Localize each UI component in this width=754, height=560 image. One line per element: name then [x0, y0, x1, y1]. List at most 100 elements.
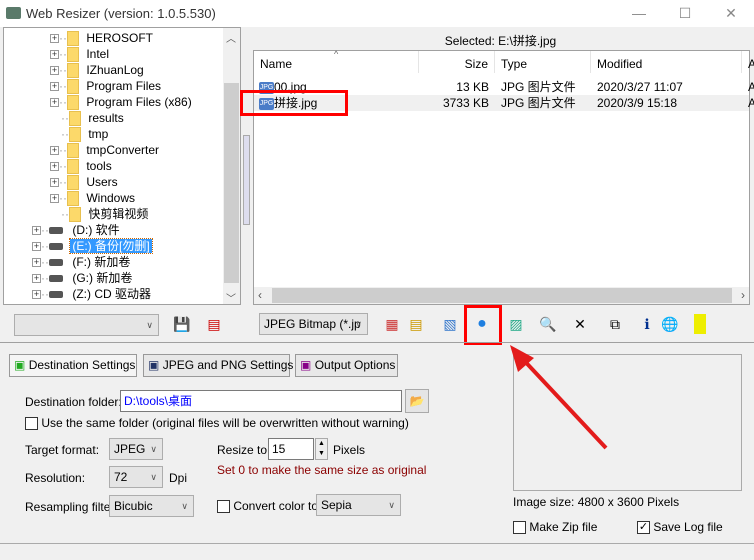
- image-preview-icon[interactable]: ▨: [506, 314, 526, 334]
- tab-output-options[interactable]: ▣ Output Options: [295, 354, 398, 377]
- file-list[interactable]: NameSizeTypeModifiedAttr ^ JPG00.jpg 13 …: [253, 49, 754, 305]
- make-zip-checkbox[interactable]: Make Zip file: [513, 520, 597, 535]
- drive-icon: [49, 291, 63, 299]
- tree-folder[interactable]: + ·· Program Files (x86): [50, 94, 192, 111]
- drive-icon: [49, 243, 63, 251]
- folder-icon: [67, 79, 79, 95]
- folder-icon: [69, 207, 81, 223]
- expand-icon[interactable]: +: [50, 194, 59, 204]
- tree-drive[interactable]: + ·· (D:) 软件: [32, 222, 122, 238]
- exit-icon[interactable]: [694, 314, 706, 334]
- folder-icon: [67, 191, 79, 207]
- folder-icon: [67, 175, 79, 191]
- expand-icon[interactable]: +: [50, 178, 59, 188]
- add-files-icon[interactable]: ▧: [440, 314, 460, 334]
- expand-icon[interactable]: +: [50, 34, 59, 44]
- grid-view-icon[interactable]: ▦: [382, 314, 402, 334]
- tree-folder[interactable]: + ·· HEROSOFT: [50, 30, 153, 47]
- status-bar: [0, 543, 754, 560]
- expand-icon[interactable]: +: [32, 242, 41, 252]
- splitter-handle[interactable]: [243, 135, 250, 225]
- tree-drive[interactable]: + ·· (F:) 新加卷: [32, 254, 132, 270]
- tree-folder[interactable]: + ·· Windows: [50, 190, 135, 207]
- resolution-label: Resolution:: [25, 471, 86, 485]
- tree-folder[interactable]: + ·· tmpConverter: [50, 142, 159, 159]
- resolution-dropdown[interactable]: 72 ∨: [109, 466, 163, 488]
- same-folder-checkbox[interactable]: Use the same folder (original files will…: [25, 416, 409, 431]
- tree-folder[interactable]: + ·· IZhuanLog: [50, 62, 144, 79]
- dpi-label: Dpi: [169, 471, 188, 485]
- expand-icon[interactable]: +: [50, 82, 59, 92]
- tree-scroll-thumb[interactable]: [224, 83, 239, 283]
- format-dropdown[interactable]: JPEG Bitmap (*.jp ∨: [259, 313, 368, 335]
- list-view-icon[interactable]: ▤: [406, 314, 426, 334]
- sort-ascending-icon: ^: [334, 49, 339, 59]
- drive-icon: [49, 259, 63, 267]
- folder-icon: [67, 31, 79, 47]
- expand-icon[interactable]: +: [32, 290, 41, 300]
- folder-icon: [67, 143, 79, 159]
- target-format-dropdown[interactable]: JPEG ∨: [109, 438, 163, 460]
- expand-icon[interactable]: +: [50, 162, 59, 172]
- tree-folder[interactable]: + ·· Users: [50, 174, 118, 191]
- save-log-checkbox[interactable]: ✓ Save Log file: [637, 520, 723, 535]
- tree-folder[interactable]: ·· results: [50, 110, 124, 127]
- expand-icon[interactable]: +: [50, 50, 59, 60]
- column-header-attr[interactable]: Attr: [742, 51, 754, 73]
- profile-dropdown[interactable]: ∨: [14, 314, 159, 336]
- tab-jpeg-png-settings[interactable]: ▣ JPEG and PNG Settings: [143, 354, 293, 377]
- delete-icon[interactable]: ✕: [570, 314, 590, 334]
- tree-folder[interactable]: + ·· tools: [50, 158, 112, 175]
- highlight-box-file: [240, 90, 348, 116]
- column-header-size[interactable]: Size: [419, 51, 495, 73]
- tree-folder[interactable]: + ·· Intel: [50, 46, 109, 63]
- resize-input[interactable]: 15: [268, 438, 314, 460]
- app-icon: [6, 7, 21, 19]
- maximize-button[interactable]: ☐: [662, 0, 708, 27]
- close-button[interactable]: ✕: [708, 0, 754, 27]
- minimize-button[interactable]: —: [616, 0, 662, 27]
- zoom-icon[interactable]: 🔍: [538, 314, 558, 334]
- save-icon[interactable]: 💾: [172, 314, 192, 334]
- copy-icon[interactable]: ⧉: [605, 314, 625, 334]
- tree-folder[interactable]: ·· tmp: [50, 126, 108, 143]
- tree-folder[interactable]: + ·· Program Files: [50, 78, 161, 95]
- target-format-label: Target format:: [25, 443, 100, 457]
- folder-icon: [69, 111, 81, 127]
- expand-icon[interactable]: +: [50, 66, 59, 76]
- convert-color-checkbox[interactable]: Convert color to:: [217, 499, 321, 514]
- red-arrow-annotation: [510, 345, 608, 450]
- resize-hint: Set 0 to make the same size as original: [217, 463, 427, 477]
- tree-drive[interactable]: + ·· (G:) 新加卷: [32, 270, 134, 286]
- folder-icon: [67, 95, 79, 111]
- expand-icon[interactable]: +: [50, 98, 59, 108]
- tree-scrollbar[interactable]: ︿ ﹀: [223, 28, 240, 305]
- resize-spinner[interactable]: ▲ ▼: [315, 438, 328, 460]
- resampling-label: Resampling filter:: [25, 500, 118, 514]
- folder-icon: [67, 47, 79, 63]
- column-header-modified[interactable]: Modified: [591, 51, 742, 73]
- web-icon[interactable]: 🌐: [660, 314, 680, 334]
- folder-icon: [67, 63, 79, 79]
- info-icon[interactable]: ℹ: [637, 314, 657, 334]
- browse-folder-icon[interactable]: 📂: [405, 389, 429, 413]
- drive-icon: [49, 275, 63, 283]
- expand-icon[interactable]: +: [32, 226, 41, 236]
- tree-drive[interactable]: + ·· (E:) 备份[勿删]: [32, 238, 153, 254]
- folder-icon: [67, 159, 79, 175]
- tree-folder[interactable]: ·· 快剪辑视频: [50, 206, 148, 223]
- resampling-dropdown[interactable]: Bicubic ∨: [109, 495, 194, 517]
- destination-folder-input[interactable]: D:\tools\桌面: [120, 390, 402, 412]
- resize-label: Resize to:: [217, 443, 271, 457]
- folder-tree[interactable]: + ·· HEROSOFT + ·· Intel + ·· IZhuanLog + ·· Pr…: [3, 27, 241, 305]
- convert-color-dropdown[interactable]: Sepia ∨: [316, 494, 401, 516]
- file-list-hscrollbar[interactable]: ‹ ›: [254, 287, 749, 304]
- tab-destination-settings[interactable]: ▣ Destination Settings: [9, 354, 137, 377]
- expand-icon[interactable]: +: [32, 274, 41, 284]
- expand-icon[interactable]: +: [32, 258, 41, 268]
- save-as-icon[interactable]: ▤: [204, 314, 224, 334]
- folder-icon: [69, 127, 81, 143]
- tree-drive[interactable]: + ·· (Z:) CD 驱动器: [32, 286, 153, 302]
- column-header-type[interactable]: Type: [495, 51, 591, 73]
- expand-icon[interactable]: +: [50, 146, 59, 156]
